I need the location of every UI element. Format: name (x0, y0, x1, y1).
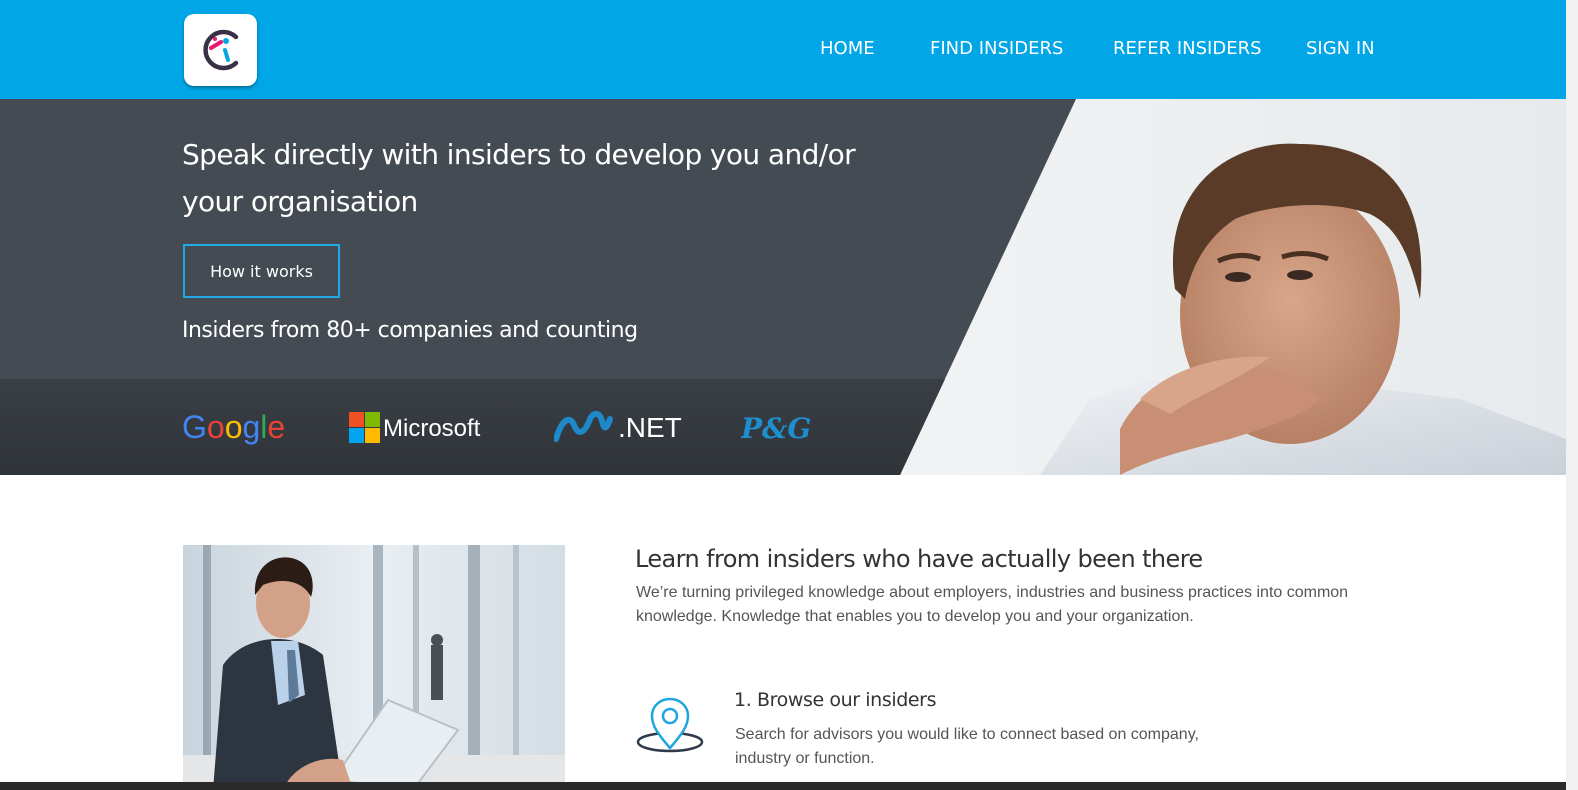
top-navbar: HOME FIND INSIDERS REFER INSIDERS SIGN I… (0, 0, 1566, 99)
logo-icon (203, 29, 239, 71)
svg-text:Microsoft: Microsoft (383, 415, 481, 442)
hero-banner: Speak directly with insiders to develop … (0, 99, 1566, 475)
page-scrollbar[interactable] (1566, 0, 1578, 790)
nav-home-link[interactable]: HOME (820, 38, 875, 59)
how-it-works-button[interactable]: How it works (183, 244, 340, 298)
pg-logo: P&G (741, 412, 811, 445)
bottom-edge-bar (0, 782, 1566, 790)
nav-refer-insiders-link[interactable]: REFER INSIDERS (1113, 38, 1262, 59)
intro-title: Learn from insiders who have actually be… (635, 545, 1203, 573)
dotnet-logo: .NET (554, 411, 682, 443)
hero-title: Speak directly with insiders to develop … (182, 138, 856, 218)
company-logo-strip: Google Microsoft .NET P&G (0, 379, 950, 475)
microsoft-logo: Microsoft (349, 412, 481, 443)
step-browse-text: Search for advisors you would like to co… (735, 726, 1199, 767)
hero-subtitle: Insiders from 80+ companies and counting (182, 318, 638, 343)
nav-sign-in-link[interactable]: SIGN IN (1306, 38, 1375, 59)
svg-text:P&G: P&G (741, 412, 811, 445)
intro-text: We’re turning privileged knowledge about… (636, 584, 1349, 625)
step-browse-title: 1. Browse our insiders (734, 689, 937, 711)
site-logo[interactable] (184, 14, 257, 86)
office-businessman-photo (183, 545, 565, 790)
svg-text:.NET: .NET (618, 412, 682, 443)
map-pin-icon (636, 697, 704, 753)
nav-find-insiders-link[interactable]: FIND INSIDERS (930, 38, 1063, 59)
svg-text:Google: Google (182, 409, 285, 445)
google-logo: Google (182, 409, 285, 445)
